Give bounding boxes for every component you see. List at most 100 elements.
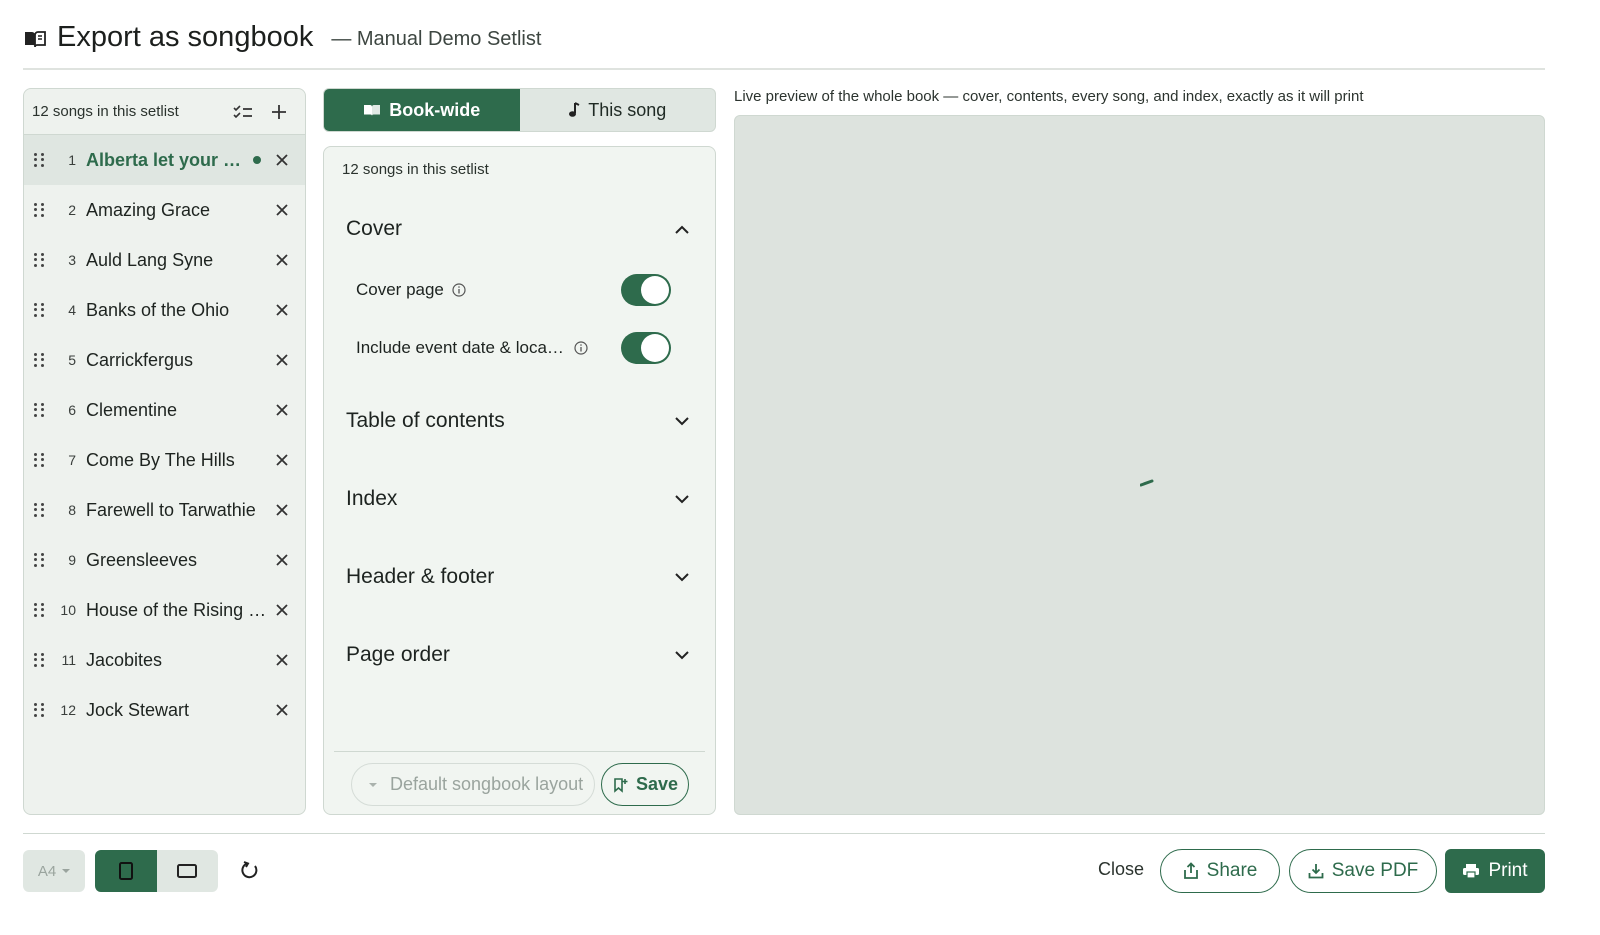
layout-preset-select[interactable]: Default songbook layout xyxy=(351,763,595,806)
book-settings-panel: 12 songs in this setlist Cover Cover pag… xyxy=(323,146,716,815)
song-title: Jacobites xyxy=(86,649,163,670)
selected-indicator-icon xyxy=(253,156,261,164)
setlist-panel-header: 12 songs in this setlist xyxy=(24,89,305,135)
print-button[interactable]: Print xyxy=(1445,849,1545,893)
section-cover[interactable]: Cover xyxy=(346,209,689,249)
song-title: Alberta let your hair hang low xyxy=(86,149,247,170)
remove-song-button[interactable] xyxy=(271,399,293,421)
song-count: 12 songs in this setlist xyxy=(32,103,179,120)
page-title: Export as songbook xyxy=(57,20,314,53)
song-row[interactable]: 7 Come By The Hills xyxy=(24,435,305,485)
section-index-title: Index xyxy=(346,487,398,510)
remove-song-button[interactable] xyxy=(271,549,293,571)
song-number: 11 xyxy=(61,652,76,668)
info-icon[interactable] xyxy=(452,283,466,297)
song-row[interactable]: 9 Greensleeves xyxy=(24,535,305,585)
remove-song-button[interactable] xyxy=(271,249,293,271)
song-row[interactable]: 10 House of the Rising Sun xyxy=(24,585,305,635)
info-icon[interactable] xyxy=(574,341,588,355)
close-icon xyxy=(276,154,288,166)
drag-handle-icon[interactable] xyxy=(34,153,46,167)
remove-song-button[interactable] xyxy=(271,149,293,171)
print-label: Print xyxy=(1488,860,1528,881)
portrait-button[interactable] xyxy=(95,850,157,892)
song-row[interactable]: 8 Farewell to Tarwathie xyxy=(24,485,305,535)
song-number: 7 xyxy=(68,452,76,468)
song-number: 9 xyxy=(68,552,76,568)
song-row[interactable]: 11 Jacobites xyxy=(24,635,305,685)
drag-handle-icon[interactable] xyxy=(34,503,46,517)
save-layout-button[interactable]: Save xyxy=(601,763,689,806)
remove-song-button[interactable] xyxy=(271,299,293,321)
drag-handle-icon[interactable] xyxy=(34,353,46,367)
remove-song-button[interactable] xyxy=(271,599,293,621)
drag-handle-icon[interactable] xyxy=(34,453,46,467)
cover-page-toggle[interactable] xyxy=(621,274,671,306)
add-song-button[interactable] xyxy=(261,94,297,130)
remove-song-button[interactable] xyxy=(271,199,293,221)
close-icon xyxy=(276,354,288,366)
tab-book-wide-label: Book-wide xyxy=(389,99,481,120)
drag-handle-icon[interactable] xyxy=(34,653,46,667)
toggle-knob xyxy=(641,334,669,362)
song-title: Carrickfergus xyxy=(86,349,194,370)
remove-song-button[interactable] xyxy=(271,649,293,671)
song-number: 6 xyxy=(68,402,76,418)
share-button[interactable]: Share xyxy=(1160,849,1280,893)
checklist-icon xyxy=(233,104,252,118)
song-list: 1 Alberta let your hair hang low 2 Amazi… xyxy=(24,135,305,735)
caret-down-icon xyxy=(369,782,377,787)
drag-handle-icon[interactable] xyxy=(34,603,46,617)
song-number: 1 xyxy=(68,152,76,168)
reset-button[interactable] xyxy=(234,854,266,886)
divider xyxy=(334,751,705,752)
section-index[interactable]: Index xyxy=(346,479,689,519)
layout-preset-value: Default songbook layout xyxy=(390,774,584,794)
select-songs-button[interactable] xyxy=(225,94,261,130)
printer-icon xyxy=(1463,864,1480,879)
portrait-icon xyxy=(118,862,133,880)
section-page-order[interactable]: Page order xyxy=(346,635,689,675)
section-header-footer[interactable]: Header & footer xyxy=(346,557,689,597)
song-row[interactable]: 12 Jock Stewart xyxy=(24,685,305,735)
paper-size-value: A4 xyxy=(37,862,57,880)
song-row[interactable]: 1 Alberta let your hair hang low xyxy=(24,135,305,185)
tab-this-song[interactable]: This song xyxy=(520,89,716,131)
drag-handle-icon[interactable] xyxy=(34,303,46,317)
cover-page-label: Cover page xyxy=(356,280,444,299)
event-date-toggle[interactable] xyxy=(621,332,671,364)
toggle-knob xyxy=(641,276,669,304)
option-event-date: Include event date & location xyxy=(356,332,671,364)
song-row[interactable]: 4 Banks of the Ohio xyxy=(24,285,305,335)
song-number: 5 xyxy=(68,352,76,368)
song-row[interactable]: 2 Amazing Grace xyxy=(24,185,305,235)
drag-handle-icon[interactable] xyxy=(34,703,46,717)
song-title: Amazing Grace xyxy=(86,199,211,220)
tab-book-wide[interactable]: Book-wide xyxy=(324,89,520,131)
option-cover-page: Cover page xyxy=(356,274,671,306)
song-row[interactable]: 6 Clementine xyxy=(24,385,305,435)
remove-song-button[interactable] xyxy=(271,449,293,471)
close-icon xyxy=(276,204,288,216)
close-icon xyxy=(276,304,288,316)
drag-handle-icon[interactable] xyxy=(34,203,46,217)
save-pdf-button[interactable]: Save PDF xyxy=(1289,849,1437,893)
close-button[interactable]: Close xyxy=(1098,859,1144,880)
section-table-of-contents[interactable]: Table of contents xyxy=(346,401,689,441)
remove-song-button[interactable] xyxy=(271,699,293,721)
drag-handle-icon[interactable] xyxy=(34,553,46,567)
song-row[interactable]: 3 Auld Lang Syne xyxy=(24,235,305,285)
song-title: Banks of the Ohio xyxy=(86,299,230,320)
preview-caption: Live preview of the whole book — cover, … xyxy=(734,88,1364,105)
drag-handle-icon[interactable] xyxy=(34,253,46,267)
paper-size-select[interactable]: A4 xyxy=(23,850,85,892)
close-icon xyxy=(276,504,288,516)
tab-this-song-label: This song xyxy=(588,99,667,120)
landscape-button[interactable] xyxy=(157,850,219,892)
download-icon xyxy=(1308,864,1324,879)
scope-tabs: Book-wide This song xyxy=(323,88,716,132)
remove-song-button[interactable] xyxy=(271,499,293,521)
remove-song-button[interactable] xyxy=(271,349,293,371)
song-row[interactable]: 5 Carrickfergus xyxy=(24,335,305,385)
drag-handle-icon[interactable] xyxy=(34,403,46,417)
